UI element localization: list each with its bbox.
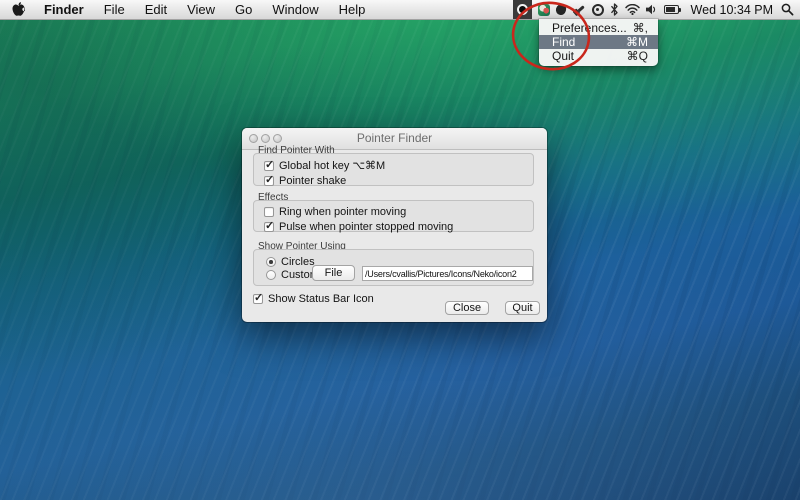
menu-item-find[interactable]: Find ⌘M xyxy=(539,35,658,49)
ring-when-moving-label: Ring when pointer moving xyxy=(279,206,406,218)
apple-menu[interactable] xyxy=(12,0,34,19)
menu-edit[interactable]: Edit xyxy=(135,0,177,19)
group-find-pointer-with: Global hot key ⌥⌘M Pointer shake xyxy=(253,153,534,186)
flashlight-icon xyxy=(569,0,589,19)
target-icon xyxy=(592,4,604,16)
menu-go[interactable]: Go xyxy=(225,0,262,19)
show-status-bar-icon-checkbox[interactable] xyxy=(253,294,263,304)
menu-item-preferences[interactable]: Preferences... ⌘, xyxy=(539,21,658,35)
apple-icon xyxy=(12,2,25,17)
desktop: Pointer Finder Find Pointer With Global … xyxy=(0,0,800,500)
menu-item-preferences-shortcut: ⌘, xyxy=(633,21,648,35)
checkbox-row-show-status-bar-icon[interactable]: Show Status Bar Icon xyxy=(253,293,374,305)
menu-item-quit-shortcut: ⌘Q xyxy=(627,49,648,63)
show-status-bar-icon-label: Show Status Bar Icon xyxy=(268,293,374,305)
volume-menu[interactable] xyxy=(646,0,658,19)
menu-bar-left: Finder File Edit View Go Window Help xyxy=(0,0,375,19)
checkbox-row-global-hot-key[interactable]: Global hot key ⌥⌘M xyxy=(264,159,533,172)
spotlight-menu[interactable] xyxy=(781,0,794,19)
group-show-pointer-using: Circles Custom File /Users/cvallis/Pictu… xyxy=(253,249,534,286)
checkbox-row-ring-when-moving[interactable]: Ring when pointer moving xyxy=(264,206,533,218)
checkbox-row-pulse-when-stopped[interactable]: Pulse when pointer stopped moving xyxy=(264,221,533,233)
battery-icon xyxy=(664,5,683,14)
pointer-shake-checkbox[interactable] xyxy=(264,176,274,186)
group-effects: Ring when pointer moving Pulse when poin… xyxy=(253,200,534,232)
menu-bar-status-area: Wed 10:34 PM xyxy=(513,0,800,19)
menu-bar-clock[interactable]: Wed 10:34 PM xyxy=(689,3,775,17)
pulse-when-stopped-label: Pulse when pointer stopped moving xyxy=(279,221,453,233)
volume-icon xyxy=(646,4,658,15)
menu-item-preferences-label: Preferences... xyxy=(552,21,627,35)
pulse-when-stopped-checkbox[interactable] xyxy=(264,222,274,232)
status-item-5[interactable] xyxy=(592,0,604,19)
battery-menu[interactable] xyxy=(664,0,683,19)
status-item-3[interactable] xyxy=(556,0,566,19)
mouse-silhouette-icon xyxy=(554,3,566,16)
menu-view[interactable]: View xyxy=(177,0,225,19)
bluetooth-icon xyxy=(610,3,619,16)
menu-finder[interactable]: Finder xyxy=(34,0,94,19)
file-button[interactable]: File xyxy=(312,265,355,281)
custom-icon-path-field[interactable]: /Users/cvallis/Pictures/Icons/Neko/icon2 xyxy=(362,266,533,281)
colorful-app-icon xyxy=(538,4,550,16)
close-button[interactable]: Close xyxy=(445,301,489,315)
menu-item-find-label: Find xyxy=(552,35,575,49)
menu-window[interactable]: Window xyxy=(262,0,328,19)
status-item-4[interactable] xyxy=(572,0,586,19)
checkbox-row-pointer-shake[interactable]: Pointer shake xyxy=(264,175,533,187)
circles-radio[interactable] xyxy=(266,257,276,267)
menu-item-quit-label: Quit xyxy=(552,49,574,63)
spotlight-search-icon xyxy=(781,3,794,16)
menu-item-find-shortcut: ⌘M xyxy=(626,35,648,49)
quit-button[interactable]: Quit xyxy=(505,301,540,315)
menu-item-quit[interactable]: Quit ⌘Q xyxy=(539,49,658,63)
wifi-icon xyxy=(625,4,640,15)
pointer-finder-status-icon xyxy=(517,4,528,15)
pointer-finder-status-menu: Preferences... ⌘, Find ⌘M Quit ⌘Q xyxy=(539,19,658,66)
radio-row-custom[interactable]: Custom xyxy=(266,269,319,281)
bluetooth-menu[interactable] xyxy=(610,0,619,19)
global-hot-key-label: Global hot key ⌥⌘M xyxy=(279,159,385,172)
custom-radio[interactable] xyxy=(266,270,276,280)
wifi-menu[interactable] xyxy=(625,0,640,19)
menu-help[interactable]: Help xyxy=(329,0,376,19)
global-hot-key-checkbox[interactable] xyxy=(264,161,274,171)
menu-bar: Finder File Edit View Go Window Help xyxy=(0,0,800,20)
status-item-2[interactable] xyxy=(538,0,550,19)
menu-file[interactable]: File xyxy=(94,0,135,19)
pointer-finder-window: Pointer Finder Find Pointer With Global … xyxy=(242,128,547,322)
radio-row-circles[interactable]: Circles xyxy=(266,256,315,268)
pointer-shake-label: Pointer shake xyxy=(279,175,346,187)
ring-when-moving-checkbox[interactable] xyxy=(264,207,274,217)
circles-label: Circles xyxy=(281,256,315,268)
pointer-finder-status-item[interactable] xyxy=(513,0,532,19)
